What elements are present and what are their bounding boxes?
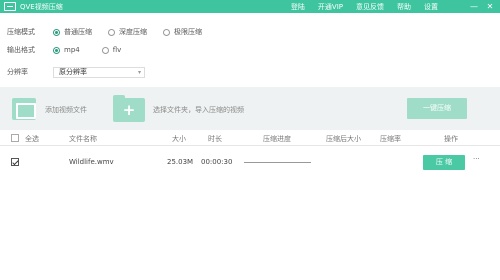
compress-mode-label: 压缩模式	[7, 28, 35, 36]
title-bar: QVE视频压缩 登陆 开通VIP 意见反馈 帮助 设置 — ✕	[0, 0, 500, 13]
add-folder-icon[interactable]: +	[113, 95, 145, 122]
format-flv-label: flv	[112, 46, 122, 54]
row-progress-bar	[244, 162, 311, 163]
chevron-down-icon: ▾	[137, 69, 141, 76]
row-duration: 00:00:30	[201, 158, 233, 166]
header-duration: 时长	[208, 135, 222, 143]
radio-selected-icon	[53, 46, 60, 54]
mode-normal-radio[interactable]: 普通压缩	[53, 27, 92, 37]
minimize-icon[interactable]: —	[468, 1, 480, 12]
row-checkbox[interactable]	[11, 158, 19, 166]
row-compress-button[interactable]: 压 缩	[423, 155, 465, 170]
file-table-header: 全选 文件名称 大小 时长 压缩进度 压缩后大小 压缩率 操作	[0, 131, 500, 145]
format-mp4-radio[interactable]: mp4	[53, 46, 80, 54]
header-compressed-size: 压缩后大小	[326, 135, 361, 143]
header-filename: 文件名称	[69, 135, 97, 143]
resolution-label: 分辨率	[7, 68, 28, 76]
select-all-checkbox[interactable]	[11, 134, 19, 142]
film-icon[interactable]	[12, 98, 36, 120]
row-size: 25.03M	[167, 158, 194, 166]
header-size: 大小	[172, 135, 186, 143]
output-format-row: 输出格式 mp4 flv	[7, 44, 137, 56]
app-title: QVE视频压缩	[20, 3, 63, 11]
resolution-row: 分辨率	[7, 66, 53, 78]
mode-extreme-radio[interactable]: 极限压缩	[163, 27, 202, 37]
menu-login[interactable]: 登陆	[291, 2, 305, 12]
header-select-all: 全选	[25, 135, 39, 143]
mode-deep-radio[interactable]: 深度压缩	[108, 27, 147, 37]
mode-deep-label: 深度压缩	[119, 28, 147, 36]
header-progress: 压缩进度	[263, 135, 291, 143]
radio-icon	[163, 28, 170, 36]
mode-normal-label: 普通压缩	[64, 28, 92, 36]
menu-feedback[interactable]: 意见反馈	[356, 2, 384, 12]
more-options-icon[interactable]: ···	[473, 155, 480, 163]
plus-icon: +	[122, 101, 136, 119]
radio-selected-icon	[53, 28, 60, 36]
menu-settings[interactable]: 设置	[424, 2, 438, 12]
header-ratio: 压缩率	[380, 135, 401, 143]
compress-all-button[interactable]: 一键压缩	[407, 98, 467, 119]
header-action: 操作	[444, 135, 458, 143]
format-mp4-label: mp4	[64, 46, 80, 54]
add-video-file-button[interactable]: 添加视频文件	[45, 105, 87, 115]
menu-help[interactable]: 帮助	[397, 2, 411, 12]
radio-icon	[101, 46, 109, 54]
header-divider	[0, 145, 500, 146]
compress-mode-row: 压缩模式 普通压缩 深度压缩 极限压缩	[7, 26, 218, 38]
format-flv-radio[interactable]: flv	[101, 46, 122, 54]
resolution-value: 原分辨率	[59, 68, 87, 76]
radio-icon	[108, 28, 115, 36]
mode-extreme-label: 极限压缩	[174, 28, 202, 36]
menu-vip[interactable]: 开通VIP	[318, 2, 343, 12]
app-logo-icon	[4, 2, 16, 11]
add-folder-button[interactable]: 选择文件夹，导入压缩的视频	[153, 105, 244, 115]
row-filename: Wildlife.wmv	[69, 158, 114, 166]
resolution-select[interactable]: 原分辨率 ▾	[53, 67, 145, 78]
top-menu: 登陆 开通VIP 意见反馈 帮助 设置	[278, 2, 438, 12]
output-format-label: 输出格式	[7, 46, 35, 54]
close-icon[interactable]: ✕	[484, 1, 496, 12]
